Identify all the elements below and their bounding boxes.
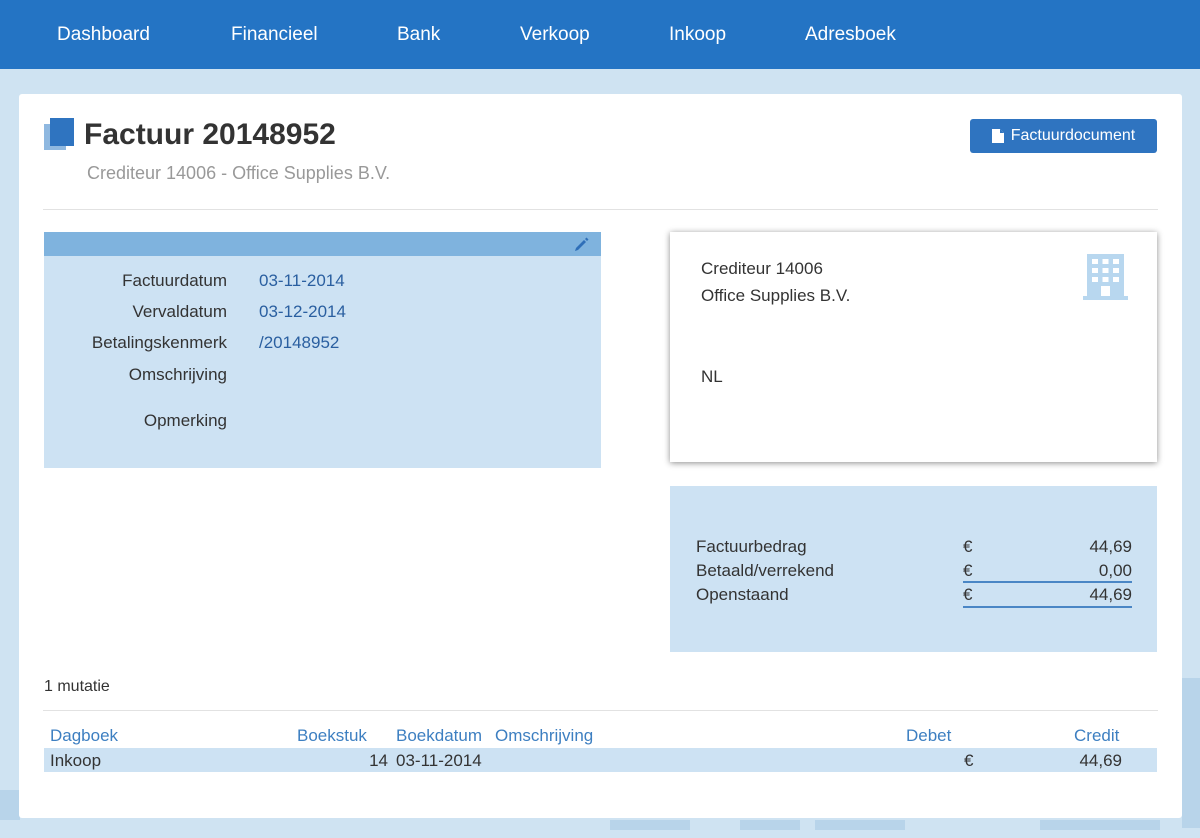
value-openstaand: 44,69 [1089,585,1132,604]
pencil-icon[interactable] [573,235,591,253]
value-betalingskenmerk: /20148952 [259,333,340,352]
file-icon [991,129,1004,143]
column-boekdatum[interactable]: Boekdatum [396,726,482,746]
supplier-address-card: Crediteur 14006 Office Supplies B.V. NL [670,232,1157,462]
nav-verkoop[interactable]: Verkoop [520,0,590,69]
nav-financieel[interactable]: Financieel [231,0,318,69]
label-opmerking: Opmerking [143,411,227,430]
info-panel-header [44,232,601,256]
cell-boekstuk: 14 [369,751,388,770]
total-rule [963,606,1132,608]
documents-icon [44,118,74,150]
header-divider [43,209,1158,210]
page-title: Factuur 20148952 [84,118,336,151]
invoice-document-label: Factuurdocument [1010,127,1136,144]
invoice-card: Factuur 20148952 Crediteur 14006 - Offic… [19,94,1182,818]
column-dagboek[interactable]: Dagboek [50,726,118,746]
address-country: NL [701,367,723,386]
column-omschrijving[interactable]: Omschrijving [495,726,593,746]
nav-inkoop[interactable]: Inkoop [669,0,726,69]
cell-dagboek: Inkoop [50,751,102,770]
table-divider [43,710,1158,711]
value-betaald: 0,00 [1098,561,1132,580]
nav-adresboek[interactable]: Adresboek [805,0,896,69]
top-navbar: Dashboard Financieel Bank Verkoop Inkoop… [0,0,1200,69]
column-credit[interactable]: Credit [1074,726,1119,746]
label-vervaldatum: Vervaldatum [132,302,228,321]
label-factuurbedrag: Factuurbedrag [696,537,807,556]
value-factuurbedrag: 44,69 [1089,537,1132,556]
label-betalingskenmerk: Betalingskenmerk [91,333,227,352]
label-betaald: Betaald/verrekend [696,561,834,580]
label-openstaand: Openstaand [696,585,789,604]
mutation-count: 1 mutatie [44,678,110,695]
cell-credit: 44,69 [1079,751,1122,770]
column-boekstuk[interactable]: Boekstuk [297,726,367,746]
currency-factuurbedrag: € [963,537,973,556]
nav-dashboard[interactable]: Dashboard [57,0,150,69]
label-omschrijving: Omschrijving [128,365,227,384]
cell-debet-currency: € [964,751,974,770]
invoice-info-panel: Factuurdatum 03-11-2014 Vervaldatum 03-1… [44,232,601,468]
invoice-document-button[interactable]: Factuurdocument [970,119,1157,153]
value-vervaldatum: 03-12-2014 [259,302,346,321]
table-row[interactable]: Inkoop 14 03-11-2014 € 44,69 [44,748,1157,772]
currency-betaald: € [963,561,973,580]
amounts-panel: Factuurbedrag € 44,69 Betaald/verrekend … [670,486,1157,652]
column-debet[interactable]: Debet [906,726,951,746]
page-subtitle: Crediteur 14006 - Office Supplies B.V. [87,163,391,183]
address-line-2: Office Supplies B.V. [701,286,851,305]
cell-boekdatum: 03-11-2014 [396,751,482,770]
value-factuurdatum: 03-11-2014 [259,271,345,290]
building-icon [1083,254,1128,300]
nav-bank[interactable]: Bank [397,0,440,69]
currency-openstaand: € [963,585,973,604]
label-factuurdatum: Factuurdatum [122,271,227,290]
address-line-1: Crediteur 14006 [701,259,823,278]
subtotal-rule [963,581,1132,583]
